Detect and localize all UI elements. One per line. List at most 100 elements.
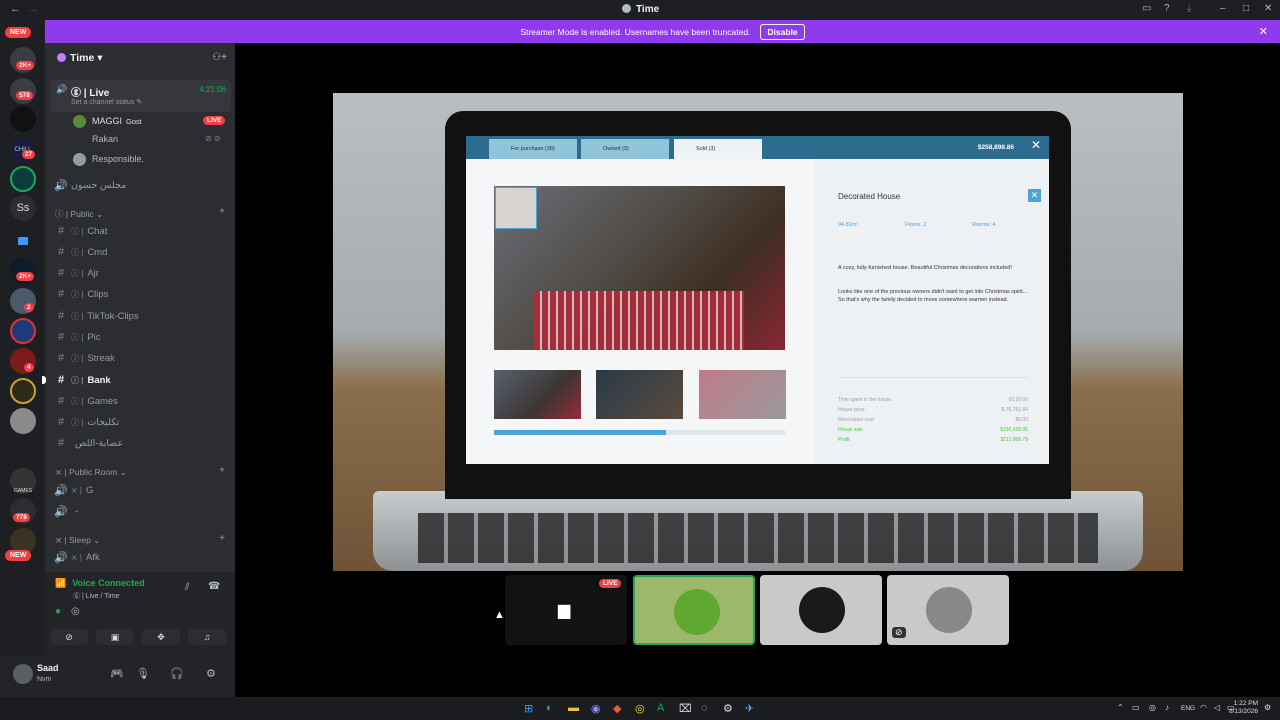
category-sleep[interactable]: ⨯ | Sleep ⌄ — [55, 535, 100, 546]
voice-member[interactable]: Responsible. — [73, 151, 144, 167]
star-server-icon[interactable] — [10, 106, 36, 132]
folder-icon[interactable] — [10, 228, 36, 254]
voice-location[interactable]: ⓖ | Live / Time — [73, 591, 120, 601]
house-thumbnail[interactable] — [596, 370, 683, 419]
voice-channel-g[interactable]: 🔊 ⨯ | G — [53, 481, 229, 499]
voice-channel-live[interactable]: 🔊 ⓖ | Live 4:21:06 Set a channel status … — [51, 80, 231, 112]
text-channel-cmd[interactable]: # ⓘ | Cmd — [53, 243, 229, 261]
hash-icon: # — [57, 352, 65, 364]
house-thumbnail[interactable] — [494, 370, 581, 419]
steam-icon[interactable]: ✈ — [745, 702, 754, 715]
app-icon[interactable]: ◉ — [591, 702, 601, 715]
text-channel-takleejat[interactable]: # ⓘ | تكليجات — [53, 413, 229, 431]
text-channel-pic[interactable]: # ⓘ | Pic — [53, 328, 229, 346]
disable-streamer-mode-button[interactable]: Disable — [760, 23, 805, 40]
help-icon[interactable]: ? — [1164, 3, 1170, 14]
stream-video[interactable]: For purchase (38) Owned (3) Sold (3) $25… — [333, 93, 1183, 571]
tray-icon[interactable]: ▭ — [1132, 703, 1140, 712]
app-icon[interactable]: ⚙ — [723, 702, 733, 715]
text-channel-tiktok-clips[interactable]: # ⓘ | TikTok-Clips — [53, 307, 229, 325]
app-icon[interactable]: ◌ — [701, 702, 708, 714]
category-public-room[interactable]: ⨯ | Public Room ⌄ — [55, 467, 127, 478]
text-channel-ajr[interactable]: # ⓘ | Ajr — [53, 264, 229, 282]
server-icon[interactable] — [10, 408, 36, 434]
text-channel-bank[interactable]: # ⓘ | Bank — [53, 371, 229, 389]
tray-chevron-icon[interactable]: ⌃ — [1117, 703, 1124, 712]
soundboard-icon[interactable]: ◎ — [71, 606, 80, 617]
screen-share-button[interactable]: ▣ — [96, 629, 134, 645]
games-server-icon[interactable]: GAMES — [10, 468, 36, 494]
server-icon[interactable] — [10, 318, 36, 344]
money-display: $258,898.86 — [977, 144, 1014, 151]
participant-tile-selected[interactable] — [633, 575, 755, 645]
channel-status[interactable]: Set a channel status ✎ — [71, 98, 142, 106]
voice-channel-dash[interactable]: 🔊 - — [53, 502, 229, 520]
financial-row: Renovation cost $0.00 — [838, 417, 1028, 423]
back-arrow-icon[interactable]: ← — [10, 3, 21, 15]
edge-icon[interactable]: ◐ — [546, 702, 553, 714]
participant-tile[interactable] — [760, 575, 882, 645]
voice-channel[interactable]: 🔊 مجلس حسون — [53, 176, 229, 194]
text-channel-clips[interactable]: # ⓘ | Clips — [53, 285, 229, 303]
title-bar: ← → Time ▭ ? ⤓ – □ ✕ — [0, 0, 1280, 20]
noise-suppression-icon[interactable]: ⫽ — [185, 582, 189, 593]
add-channel-icon[interactable]: + — [219, 533, 225, 544]
start-icon[interactable]: ⊞ — [524, 702, 533, 715]
invite-icon[interactable]: ⚇+ — [212, 52, 227, 63]
close-banner-icon[interactable]: ✕ — [1259, 25, 1268, 38]
text-channel-chat[interactable]: # ⓘ | Chat — [53, 222, 229, 240]
tab-sold[interactable]: Sold (3) — [674, 139, 762, 159]
tab-for-purchase[interactable]: For purchase (38) — [489, 139, 577, 159]
text-channel-streak[interactable]: # ⓘ | Streak — [53, 349, 229, 367]
activities-button[interactable]: ✥ — [142, 629, 180, 645]
text-channel-gang[interactable]: # عصابة-اللص — [53, 434, 229, 452]
headphones-icon[interactable]: 🎧 — [170, 667, 184, 680]
speaker-icon: 🔊 — [54, 551, 68, 564]
app-icon[interactable]: A — [657, 702, 664, 714]
participant-tile[interactable]: ⊘ — [887, 575, 1009, 645]
close-icon[interactable]: ✕ — [1027, 138, 1045, 156]
app-icon[interactable]: ⌧ — [679, 702, 692, 715]
member-name: MAGGI — [92, 116, 123, 126]
chrome-icon[interactable]: ◎ — [635, 702, 645, 715]
maximize-icon[interactable]: □ — [1243, 3, 1249, 14]
tab-owned[interactable]: Owned (3) — [581, 139, 669, 159]
stream-tile[interactable]: ▆ LIVE — [505, 575, 627, 645]
disconnect-icon[interactable]: ☎ — [208, 581, 220, 592]
add-channel-icon[interactable]: + — [219, 206, 225, 217]
close-window-icon[interactable]: ✕ — [1264, 3, 1272, 14]
inbox-icon[interactable]: ▭ — [1142, 3, 1151, 14]
tray-icon[interactable]: ♪ — [1165, 703, 1169, 712]
guild-header[interactable]: Time ▾ ⚇+ — [45, 43, 235, 73]
voice-channel-afk[interactable]: 🔊 ⨯ | Afk — [53, 548, 229, 566]
volume-icon[interactable]: ◁ — [1214, 703, 1220, 712]
notification-icon[interactable]: ⚙ — [1264, 703, 1271, 712]
language-indicator[interactable]: ENG — [1181, 705, 1195, 712]
camera-off-button[interactable]: ⊘ — [50, 629, 88, 645]
ss-server-icon[interactable]: Ss — [10, 195, 36, 221]
game-controller-icon[interactable]: 🎮 — [110, 667, 124, 680]
settings-gear-icon[interactable]: ⚙ — [206, 667, 216, 680]
house-thumbnail[interactable] — [699, 370, 786, 419]
soundboard-button[interactable]: ♫ — [188, 629, 226, 645]
activity-icon[interactable]: ● — [55, 606, 61, 617]
text-channel-games[interactable]: # ⓘ | Games — [53, 392, 229, 410]
clock[interactable]: 1:22 PM 8/13/2026 — [1229, 700, 1258, 717]
minimize-icon[interactable]: – — [1220, 3, 1226, 14]
category-public[interactable]: ⓘ | Public ⌄ — [55, 208, 103, 220]
server-icon[interactable] — [10, 378, 36, 404]
microphone-icon[interactable]: 🎙 — [136, 667, 150, 680]
voice-member[interactable]: MAGGI Gost — [73, 113, 142, 129]
add-channel-icon[interactable]: + — [219, 465, 225, 476]
server-icon[interactable] — [10, 166, 36, 192]
forward-arrow-icon[interactable]: → — [28, 3, 39, 15]
close-panel-icon[interactable]: ✕ — [1028, 189, 1041, 202]
voice-member[interactable]: Rakan — [73, 131, 118, 147]
server-badge: 4 — [24, 363, 34, 372]
brave-icon[interactable]: ◆ — [613, 702, 621, 715]
file-explorer-icon[interactable]: ▬ — [568, 702, 579, 714]
wifi-icon[interactable]: ◠ — [1200, 703, 1207, 712]
download-icon[interactable]: ⤓ — [1187, 3, 1191, 14]
avatar[interactable] — [13, 664, 33, 684]
tray-icon[interactable]: ◎ — [1149, 703, 1156, 712]
